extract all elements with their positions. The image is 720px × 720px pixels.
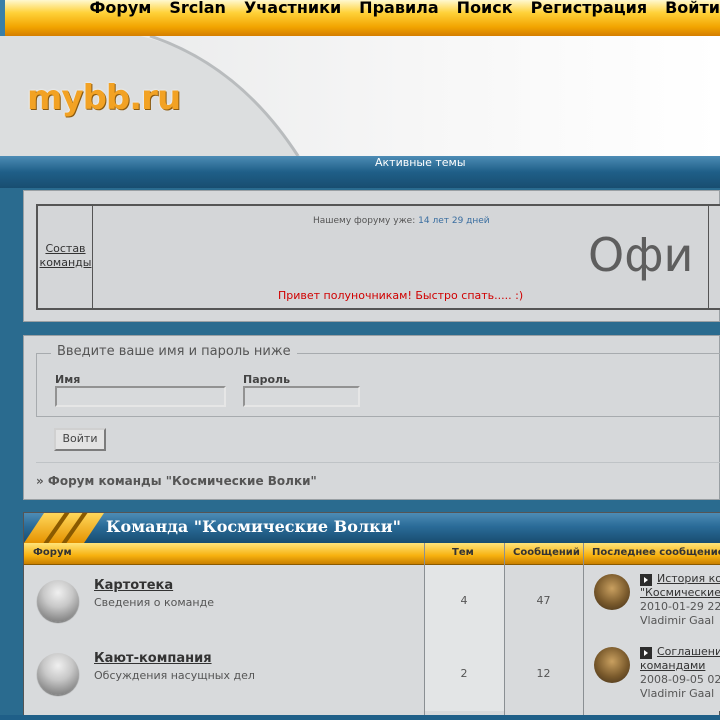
forum-info-cell: Кают-компания Обсуждения насущных дел bbox=[24, 638, 424, 711]
top-navigation: Форум Srclan Участники Правила Поиск Рег… bbox=[0, 0, 720, 36]
username-label: Имя bbox=[55, 373, 81, 386]
right-cell-border bbox=[708, 206, 709, 308]
col-topics: Тем bbox=[452, 547, 474, 558]
posts-count: 12 bbox=[536, 667, 551, 680]
last-post-cell: Соглашени командами 2008-09-05 02 Vladim… bbox=[583, 638, 720, 711]
forum-info-cell: Картотека Сведения о команде bbox=[24, 565, 424, 638]
login-button[interactable]: Войти bbox=[54, 428, 106, 451]
topics-count: 2 bbox=[460, 667, 468, 680]
topics-cell: 2 bbox=[424, 638, 504, 711]
forum-age-label: Нашему форуму уже: bbox=[313, 216, 416, 226]
last-post-title[interactable]: История ко bbox=[657, 572, 720, 586]
column-divider bbox=[424, 543, 425, 720]
last-post-cell: История ко "Космические 2010-01-29 22 Vl… bbox=[583, 565, 720, 638]
login-fieldset: Введите ваше имя и пароль ниже Имя Парол… bbox=[36, 344, 720, 417]
last-post-title-cont[interactable]: командами bbox=[640, 659, 705, 673]
subnav-bar: Активные темы bbox=[0, 156, 720, 188]
column-headers: Форум Тем Сообщений Последнее сообщение bbox=[24, 543, 720, 565]
login-box: Введите ваше имя и пароль ниже Имя Парол… bbox=[23, 335, 720, 500]
col-posts: Сообщений bbox=[513, 547, 580, 558]
posts-count: 47 bbox=[536, 594, 551, 607]
forum-row: Картотека Сведения о команде 4 47 Истори… bbox=[24, 565, 720, 638]
nav-items: Форум Srclan Участники Правила Поиск Рег… bbox=[72, 0, 720, 17]
last-post-date: 2008-09-05 02 bbox=[640, 673, 720, 686]
nav-members[interactable]: Участники bbox=[244, 0, 341, 17]
site-logo[interactable]: mybb.ru bbox=[27, 78, 181, 118]
forum-name-link[interactable]: Картотека bbox=[94, 578, 173, 593]
login-legend: Введите ваше имя и пароль ниже bbox=[51, 344, 297, 359]
nav-search[interactable]: Поиск bbox=[457, 0, 513, 17]
forum-status-icon bbox=[37, 653, 79, 695]
last-post-title-cont[interactable]: "Космические bbox=[640, 586, 720, 600]
last-post-title[interactable]: Соглашени bbox=[657, 645, 720, 659]
bottom-strip bbox=[0, 715, 720, 720]
nav-login[interactable]: Войти bbox=[665, 0, 720, 17]
avatar[interactable] bbox=[594, 647, 630, 683]
password-label: Пароль bbox=[243, 373, 291, 386]
nav-forum[interactable]: Форум bbox=[90, 0, 152, 17]
last-post-author: Vladimir Gaal bbox=[640, 687, 715, 700]
nav-edge bbox=[0, 0, 5, 36]
forum-row: Кают-компания Обсуждения насущных дел 2 … bbox=[24, 638, 720, 711]
nav-srclan[interactable]: Srclan bbox=[169, 0, 226, 17]
forum-name-link[interactable]: Кают-компания bbox=[94, 651, 212, 666]
forum-category: Команда "Космические Волки" Форум Тем Со… bbox=[23, 512, 720, 720]
nav-register[interactable]: Регистрация bbox=[531, 0, 648, 17]
avatar[interactable] bbox=[594, 574, 630, 610]
forum-description: Сведения о команде bbox=[94, 596, 214, 609]
announcement-heading: Офи bbox=[588, 228, 694, 282]
col-forum: Форум bbox=[33, 547, 72, 558]
breadcrumb-divider bbox=[36, 462, 720, 463]
password-input[interactable] bbox=[243, 386, 360, 407]
posts-cell: 47 bbox=[504, 565, 583, 638]
breadcrumb[interactable]: » Форум команды "Космические Волки" bbox=[36, 474, 317, 488]
posts-cell: 12 bbox=[504, 638, 583, 711]
nav-rules[interactable]: Правила bbox=[359, 0, 439, 17]
go-to-post-icon[interactable] bbox=[640, 647, 652, 659]
greeting-text: Привет полуночникам! Быстро спать..... :… bbox=[278, 289, 524, 302]
forum-age-value: 14 лет 29 дней bbox=[418, 216, 490, 226]
category-header: Команда "Космические Волки" bbox=[24, 513, 720, 543]
go-to-post-icon[interactable] bbox=[640, 574, 652, 586]
forum-age: Нашему форуму уже: 14 лет 29 дней bbox=[313, 216, 490, 226]
username-input[interactable] bbox=[55, 386, 226, 407]
last-post-date: 2010-01-29 22 bbox=[640, 600, 720, 613]
col-last-post: Последнее сообщение bbox=[592, 547, 720, 558]
announcement-table: Состав команды Нашему форуму уже: 14 лет… bbox=[36, 204, 720, 310]
team-roster-link[interactable]: Состав команды bbox=[38, 242, 93, 270]
category-title: Команда "Космические Волки" bbox=[106, 517, 401, 536]
last-post-author: Vladimir Gaal bbox=[640, 614, 715, 627]
team-cell: Состав команды bbox=[38, 206, 93, 308]
column-divider bbox=[583, 543, 584, 720]
header-banner: mybb.ru bbox=[0, 36, 720, 156]
topics-cell: 4 bbox=[424, 565, 504, 638]
main-content: Состав команды Нашему форуму уже: 14 лет… bbox=[23, 190, 720, 720]
topics-count: 4 bbox=[460, 594, 468, 607]
forum-description: Обсуждения насущных дел bbox=[94, 669, 255, 682]
forum-status-icon bbox=[37, 580, 79, 622]
column-divider bbox=[504, 543, 505, 720]
active-topics-link[interactable]: Активные темы bbox=[375, 156, 466, 169]
announcement-box: Состав команды Нашему форуму уже: 14 лет… bbox=[23, 190, 720, 322]
